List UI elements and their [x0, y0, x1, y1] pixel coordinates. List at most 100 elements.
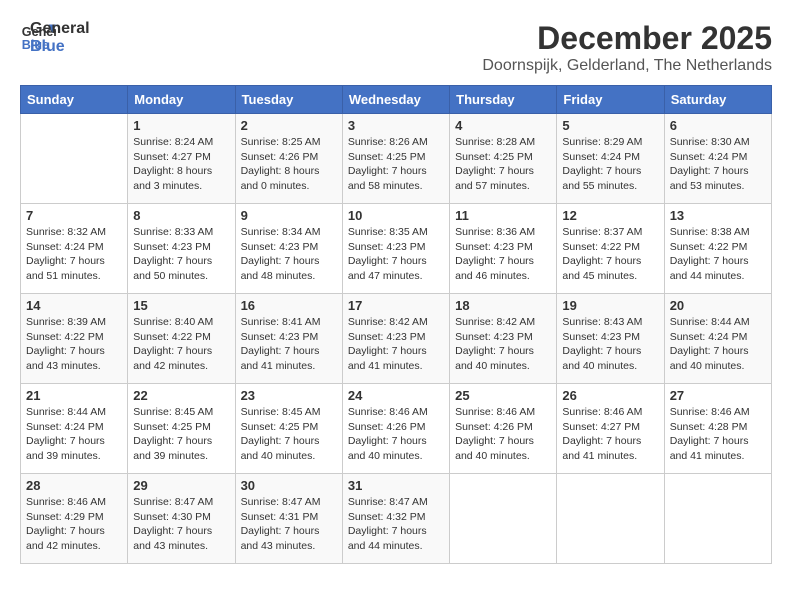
calendar-cell: 19 Sunrise: 8:43 AM Sunset: 4:23 PM Dayli… — [557, 294, 664, 384]
day-number: 5 — [562, 118, 658, 133]
day-info: Sunrise: 8:41 AM Sunset: 4:23 PM Dayligh… — [241, 315, 337, 374]
calendar-cell: 3 Sunrise: 8:26 AM Sunset: 4:25 PM Daylig… — [342, 114, 449, 204]
header-friday: Friday — [557, 86, 664, 114]
calendar-cell: 1 Sunrise: 8:24 AM Sunset: 4:27 PM Daylig… — [128, 114, 235, 204]
header-thursday: Thursday — [450, 86, 557, 114]
day-info: Sunrise: 8:45 AM Sunset: 4:25 PM Dayligh… — [133, 405, 229, 464]
week-row-3: 14 Sunrise: 8:39 AM Sunset: 4:22 PM Dayli… — [21, 294, 772, 384]
calendar-cell: 5 Sunrise: 8:29 AM Sunset: 4:24 PM Daylig… — [557, 114, 664, 204]
calendar-cell — [557, 474, 664, 564]
header-sunday: Sunday — [21, 86, 128, 114]
day-info: Sunrise: 8:37 AM Sunset: 4:22 PM Dayligh… — [562, 225, 658, 284]
day-number: 6 — [670, 118, 766, 133]
day-number: 12 — [562, 208, 658, 223]
calendar-cell: 8Sunrise: 8:33 AM Sunset: 4:23 PM Daylig… — [128, 204, 235, 294]
day-info: Sunrise: 8:25 AM Sunset: 4:26 PM Dayligh… — [241, 135, 337, 194]
calendar-cell: 6 Sunrise: 8:30 AM Sunset: 4:24 PM Daylig… — [664, 114, 771, 204]
calendar-cell: 2 Sunrise: 8:25 AM Sunset: 4:26 PM Daylig… — [235, 114, 342, 204]
calendar-cell: 24Sunrise: 8:46 AM Sunset: 4:26 PM Dayli… — [342, 384, 449, 474]
day-number: 28 — [26, 478, 122, 493]
calendar-cell: 13Sunrise: 8:38 AM Sunset: 4:22 PM Dayli… — [664, 204, 771, 294]
day-number: 27 — [670, 388, 766, 403]
day-number: 2 — [241, 118, 337, 133]
calendar-cell — [664, 474, 771, 564]
header-tuesday: Tuesday — [235, 86, 342, 114]
calendar-cell: 17 Sunrise: 8:42 AM Sunset: 4:23 PM Dayli… — [342, 294, 449, 384]
day-info: Sunrise: 8:42 AM Sunset: 4:23 PM Dayligh… — [348, 315, 444, 374]
day-number: 17 — [348, 298, 444, 313]
day-number: 11 — [455, 208, 551, 223]
day-info: Sunrise: 8:47 AM Sunset: 4:31 PM Dayligh… — [241, 495, 337, 554]
week-row-1: 1 Sunrise: 8:24 AM Sunset: 4:27 PM Daylig… — [21, 114, 772, 204]
calendar-cell: 16Sunrise: 8:41 AM Sunset: 4:23 PM Dayli… — [235, 294, 342, 384]
day-info: Sunrise: 8:24 AM Sunset: 4:27 PM Dayligh… — [133, 135, 229, 194]
calendar-cell: 29 Sunrise: 8:47 AM Sunset: 4:30 PM Dayli… — [128, 474, 235, 564]
day-number: 7 — [26, 208, 122, 223]
day-number: 4 — [455, 118, 551, 133]
day-number: 29 — [133, 478, 229, 493]
day-number: 26 — [562, 388, 658, 403]
day-info: Sunrise: 8:35 AM Sunset: 4:23 PM Dayligh… — [348, 225, 444, 284]
calendar-cell: 4 Sunrise: 8:28 AM Sunset: 4:25 PM Daylig… — [450, 114, 557, 204]
calendar-cell: 22Sunrise: 8:45 AM Sunset: 4:25 PM Dayli… — [128, 384, 235, 474]
calendar-cell: 7Sunrise: 8:32 AM Sunset: 4:24 PM Daylig… — [21, 204, 128, 294]
day-info: Sunrise: 8:39 AM Sunset: 4:22 PM Dayligh… — [26, 315, 122, 374]
page-header: General Blue General Blue December 2025 … — [20, 20, 772, 75]
week-row-2: 7Sunrise: 8:32 AM Sunset: 4:24 PM Daylig… — [21, 204, 772, 294]
day-info: Sunrise: 8:46 AM Sunset: 4:27 PM Dayligh… — [562, 405, 658, 464]
day-number: 14 — [26, 298, 122, 313]
day-number: 30 — [241, 478, 337, 493]
calendar-cell: 23 Sunrise: 8:45 AM Sunset: 4:25 PM Dayli… — [235, 384, 342, 474]
location-title: Doornspijk, Gelderland, The Netherlands — [482, 57, 772, 75]
calendar-cell: 26 Sunrise: 8:46 AM Sunset: 4:27 PM Dayli… — [557, 384, 664, 474]
day-number: 8 — [133, 208, 229, 223]
week-row-4: 21 Sunrise: 8:44 AM Sunset: 4:24 PM Dayli… — [21, 384, 772, 474]
day-info: Sunrise: 8:44 AM Sunset: 4:24 PM Dayligh… — [26, 405, 122, 464]
day-info: Sunrise: 8:34 AM Sunset: 4:23 PM Dayligh… — [241, 225, 337, 284]
day-number: 18 — [455, 298, 551, 313]
calendar-cell: 18 Sunrise: 8:42 AM Sunset: 4:23 PM Dayli… — [450, 294, 557, 384]
day-number: 19 — [562, 298, 658, 313]
day-number: 21 — [26, 388, 122, 403]
calendar-cell: 12 Sunrise: 8:37 AM Sunset: 4:22 PM Dayli… — [557, 204, 664, 294]
day-info: Sunrise: 8:26 AM Sunset: 4:25 PM Dayligh… — [348, 135, 444, 194]
calendar-cell: 31 Sunrise: 8:47 AM Sunset: 4:32 PM Dayli… — [342, 474, 449, 564]
day-info: Sunrise: 8:42 AM Sunset: 4:23 PM Dayligh… — [455, 315, 551, 374]
logo-text: General — [30, 20, 90, 38]
day-number: 9 — [241, 208, 337, 223]
day-info: Sunrise: 8:43 AM Sunset: 4:23 PM Dayligh… — [562, 315, 658, 374]
day-info: Sunrise: 8:44 AM Sunset: 4:24 PM Dayligh… — [670, 315, 766, 374]
day-number: 13 — [670, 208, 766, 223]
day-number: 20 — [670, 298, 766, 313]
day-number: 1 — [133, 118, 229, 133]
day-number: 3 — [348, 118, 444, 133]
calendar-cell: 15Sunrise: 8:40 AM Sunset: 4:22 PM Dayli… — [128, 294, 235, 384]
calendar-cell: 11 Sunrise: 8:36 AM Sunset: 4:23 PM Dayli… — [450, 204, 557, 294]
title-block: December 2025 Doornspijk, Gelderland, Th… — [482, 20, 772, 75]
calendar-cell: 28Sunrise: 8:46 AM Sunset: 4:29 PM Dayli… — [21, 474, 128, 564]
day-number: 31 — [348, 478, 444, 493]
logo-subtext: Blue — [30, 38, 90, 56]
calendar-cell: 9 Sunrise: 8:34 AM Sunset: 4:23 PM Daylig… — [235, 204, 342, 294]
day-info: Sunrise: 8:47 AM Sunset: 4:32 PM Dayligh… — [348, 495, 444, 554]
calendar-cell — [450, 474, 557, 564]
day-info: Sunrise: 8:46 AM Sunset: 4:28 PM Dayligh… — [670, 405, 766, 464]
day-number: 24 — [348, 388, 444, 403]
day-info: Sunrise: 8:30 AM Sunset: 4:24 PM Dayligh… — [670, 135, 766, 194]
calendar-cell: 14 Sunrise: 8:39 AM Sunset: 4:22 PM Dayli… — [21, 294, 128, 384]
day-info: Sunrise: 8:28 AM Sunset: 4:25 PM Dayligh… — [455, 135, 551, 194]
day-info: Sunrise: 8:36 AM Sunset: 4:23 PM Dayligh… — [455, 225, 551, 284]
calendar-cell: 10 Sunrise: 8:35 AM Sunset: 4:23 PM Dayli… — [342, 204, 449, 294]
day-number: 25 — [455, 388, 551, 403]
header-monday: Monday — [128, 86, 235, 114]
day-info: Sunrise: 8:45 AM Sunset: 4:25 PM Dayligh… — [241, 405, 337, 464]
header-saturday: Saturday — [664, 86, 771, 114]
calendar-cell: 30 Sunrise: 8:47 AM Sunset: 4:31 PM Dayli… — [235, 474, 342, 564]
day-number: 10 — [348, 208, 444, 223]
header-wednesday: Wednesday — [342, 86, 449, 114]
day-info: Sunrise: 8:29 AM Sunset: 4:24 PM Dayligh… — [562, 135, 658, 194]
calendar-cell: 21 Sunrise: 8:44 AM Sunset: 4:24 PM Dayli… — [21, 384, 128, 474]
calendar-header-row: SundayMondayTuesdayWednesdayThursdayFrid… — [21, 86, 772, 114]
day-info: Sunrise: 8:47 AM Sunset: 4:30 PM Dayligh… — [133, 495, 229, 554]
day-number: 23 — [241, 388, 337, 403]
